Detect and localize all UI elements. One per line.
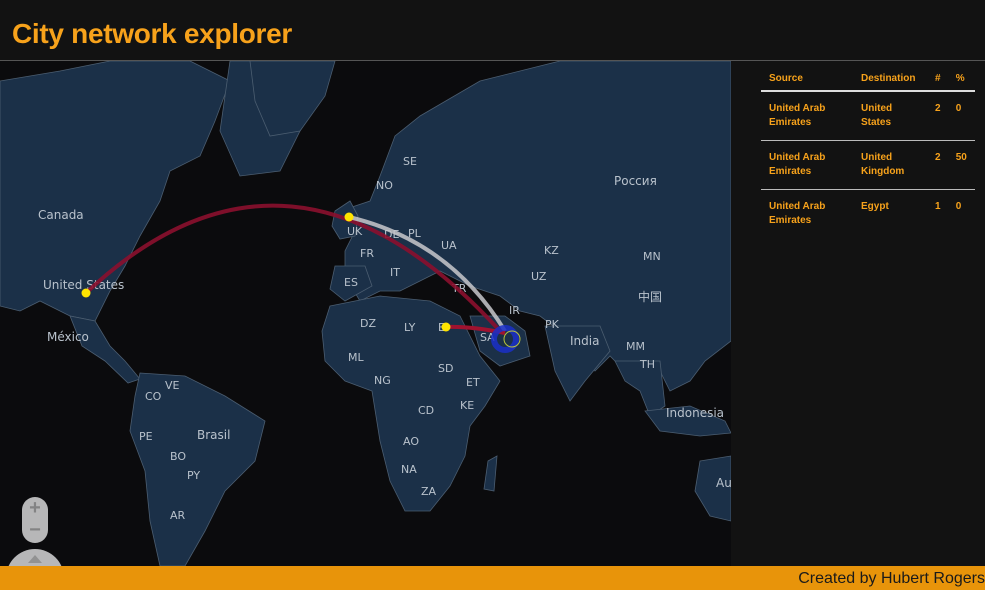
cell-percent: 0 [955,201,962,212]
cell-percent: 50 [947,140,975,190]
world-map[interactable]: Canada United States México Brasil India Росс… [0,61,731,566]
zoom-in-button[interactable]: + [22,497,48,519]
country-label: DZ [360,317,376,330]
country-label: BO [170,450,186,463]
cell-source: United Arab Emirates [769,201,826,226]
country-label: PY [187,469,200,482]
country-label: Brasil [197,428,230,442]
table-row[interactable]: United Arab Emirates United Kingdom 2 50 [761,140,975,190]
country-label: Indonesia [666,406,724,420]
connections-table: Source Destination # % United Arab Emira… [761,67,975,238]
author-credit: Created by Hubert Rogers [798,570,985,587]
country-label: LY [404,321,416,334]
country-label: 中国 [638,289,662,304]
column-header-count[interactable]: # [927,67,948,92]
pan-up-icon[interactable] [28,555,42,563]
country-label: AO [403,435,419,448]
country-label: IT [390,266,400,279]
country-label: VE [165,379,180,392]
country-label: CD [418,404,434,417]
city-marker-egypt [441,322,451,332]
country-label: IR [509,304,520,317]
city-marker-united-kingdom [344,212,354,222]
country-label: UK [347,225,363,238]
country-label: ZA [421,485,437,498]
country-label: SD [438,362,453,375]
country-label: Россия [614,174,657,188]
country-label: CO [145,390,162,403]
country-label: AR [170,509,186,522]
country-label: KE [460,399,474,412]
country-label: PK [545,318,560,331]
country-label: India [570,334,599,348]
column-header-destination[interactable]: Destination [853,67,927,92]
cell-source: United Arab Emirates [761,91,853,141]
cell-count: 1 [935,201,941,212]
city-marker-united-states [81,288,91,298]
country-label: FR [360,247,374,260]
country-label: México [47,330,89,344]
cell-destination: Egypt [861,201,889,212]
country-label: KZ [544,244,559,257]
footer-bar: Created by Hubert Rogers [0,566,985,590]
column-header-source[interactable]: Source [761,67,853,92]
country-label: NO [376,179,393,192]
table-header-row: Source Destination # % [761,67,975,92]
country-label: MN [643,250,661,263]
country-label: Canada [38,208,84,222]
cell-destination: United Kingdom [853,140,927,190]
zoom-control[interactable]: + − [22,497,48,543]
cell-count: 2 [927,91,948,141]
table-row[interactable]: United Arab Emirates United States 2 0 [761,91,975,141]
country-label: UZ [531,270,547,283]
country-label: NG [374,374,391,387]
cell-count: 2 [927,140,948,190]
cell-destination: United States [853,91,927,141]
country-label: ES [344,276,358,289]
zoom-out-button[interactable]: − [22,519,48,541]
country-label: MM [626,340,645,353]
country-label: PE [139,430,153,443]
country-label: SE [403,155,417,168]
country-label: ET [466,376,480,389]
cell-percent: 0 [947,91,975,141]
results-panel: Source Destination # % United Arab Emira… [731,61,985,566]
country-label: Au [716,476,731,490]
map-canvas[interactable]: CanadaUnited StatesMéxicoBrasilIndiaРосс… [0,61,731,566]
page-title: City network explorer [12,18,293,49]
country-label: UA [441,239,457,252]
table-row[interactable]: United Arab Emirates Egypt 1 0 [761,190,975,239]
column-header-percent[interactable]: % [947,67,975,92]
country-label: NA [401,463,417,476]
country-label: TH [639,358,655,371]
cell-source: United Arab Emirates [761,140,853,190]
header-bar: City network explorer [0,0,985,61]
country-label: ML [348,351,364,364]
